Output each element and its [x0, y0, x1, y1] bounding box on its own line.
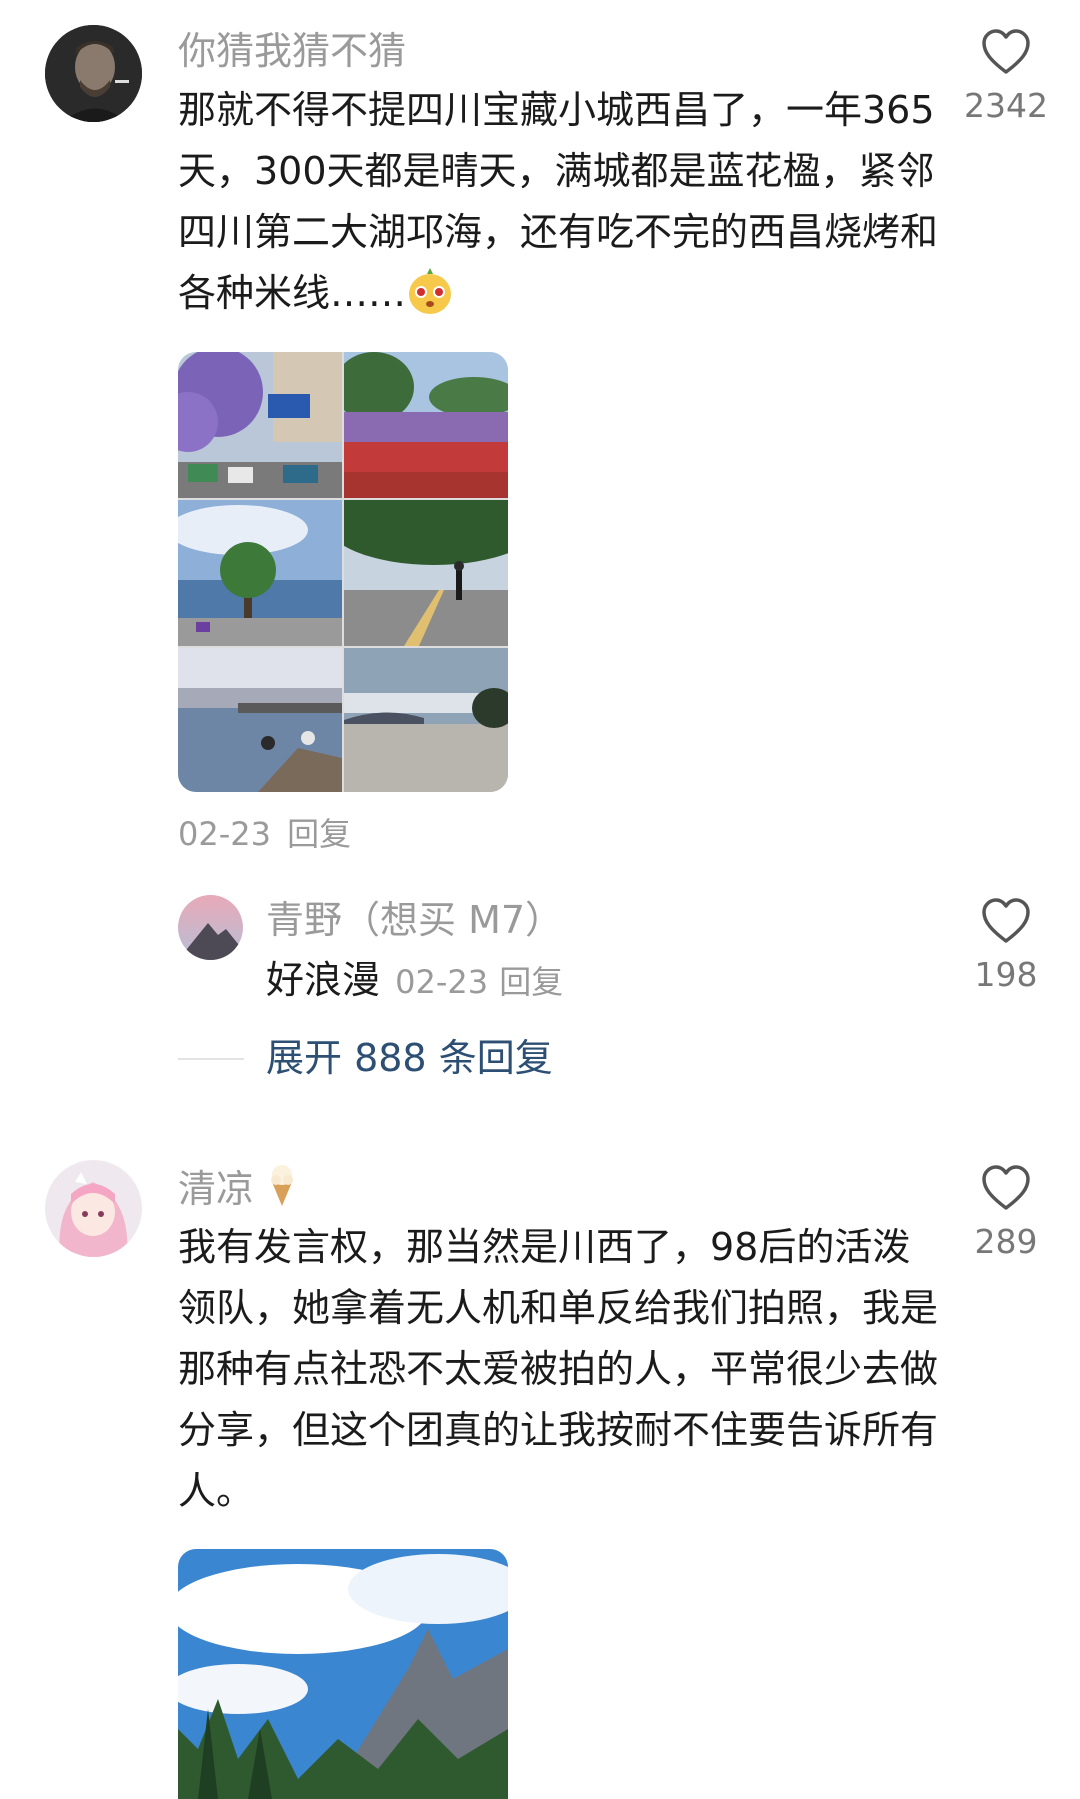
flower-field-photo[interactable]: [344, 352, 508, 498]
like-button[interactable]: 198: [946, 897, 1066, 997]
comment-meta: 02-23 回复: [178, 812, 351, 856]
like-button[interactable]: 289: [946, 1164, 1066, 1264]
avatar[interactable]: [45, 25, 142, 122]
comment-username-text: 清凉: [178, 1167, 255, 1211]
lake-tree-photo[interactable]: [178, 500, 342, 646]
heart-icon: [982, 29, 1030, 74]
reply-text: 好浪漫: [266, 958, 381, 1002]
beach-sunset-photo[interactable]: [344, 648, 508, 792]
comment-text-content: 那就不得不提四川宝藏小城西昌了，一年365天，300天都是晴天，满城都是蓝花楹，…: [178, 88, 939, 315]
comment-text: 我有发言权，那当然是川西了，98后的活泼领队，她拿着无人机和单反给我们拍照，我是…: [178, 1225, 939, 1513]
comment-date: 02-23: [178, 815, 271, 853]
comment-username[interactable]: 你猜我猜不猜: [178, 26, 406, 76]
comment-image-grid[interactable]: [178, 352, 508, 792]
comment-text: 那就不得不提四川宝藏小城西昌了，一年365天，300天都是晴天，满城都是蓝花楹，…: [178, 80, 948, 334]
reply-username[interactable]: 青野（想买 M7）: [266, 895, 563, 945]
like-button[interactable]: 2342: [946, 28, 1066, 128]
heart-icon: [982, 898, 1030, 943]
jacaranda-street-photo[interactable]: [178, 352, 342, 498]
reply-body: 好浪漫 02-23 回复: [266, 955, 563, 1005]
reply-button[interactable]: 回复: [287, 815, 351, 853]
reply-button[interactable]: 回复: [499, 963, 563, 1001]
lake-dock-photo[interactable]: [178, 648, 342, 792]
avatar[interactable]: [178, 895, 243, 960]
mango-face-emoji-icon: [406, 264, 454, 334]
comment-username[interactable]: 清凉: [178, 1162, 298, 1220]
lakeside-path-photo[interactable]: [344, 500, 508, 646]
reply-date: 02-23: [395, 963, 489, 1001]
expand-replies-link[interactable]: 展开 888 条回复: [266, 1033, 553, 1083]
divider: [178, 1058, 244, 1060]
like-count: 289: [974, 1222, 1038, 1261]
like-count: 2342: [964, 86, 1048, 125]
heart-icon: [982, 1165, 1030, 1210]
ice-cream-icon: [266, 1162, 298, 1220]
like-count: 198: [974, 955, 1038, 994]
mountain-forest-photo[interactable]: [178, 1549, 508, 1799]
avatar[interactable]: [45, 1160, 142, 1257]
